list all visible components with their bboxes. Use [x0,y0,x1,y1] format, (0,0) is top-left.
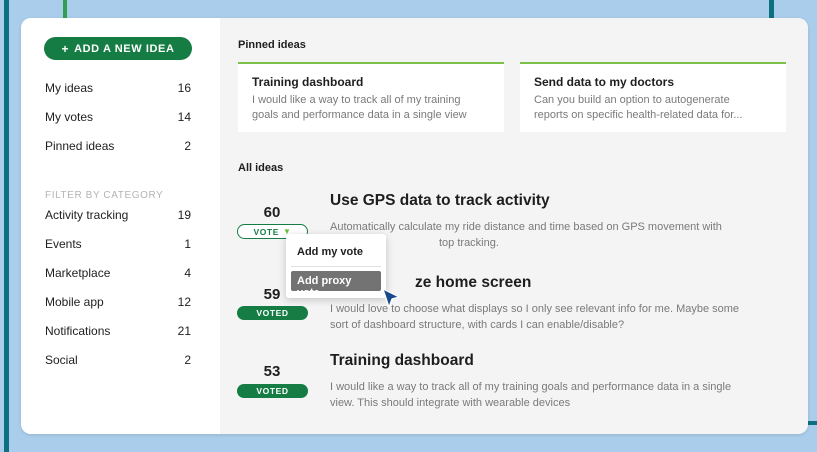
idea-desc: Automatically calculate my ride distance… [330,219,775,251]
pinned-card-desc-line: goals and performance data in a single v… [252,109,467,121]
nav-count: 16 [177,81,191,95]
category-social[interactable]: Social 2 [45,352,191,368]
idea-row: 53 VOTED Training dashboard I would like… [220,352,808,422]
category-label: Social [45,353,78,367]
idea-desc: I would like a way to track all of my tr… [330,379,775,411]
category-label: Mobile app [45,295,104,309]
nav-label: My ideas [45,81,94,95]
vote-button-label: VOTE [253,226,279,237]
category-mobile-app[interactable]: Mobile app 12 [45,294,191,310]
category-label: Marketplace [45,266,111,280]
idea-desc-line: top tracking. [439,237,499,249]
vote-dropdown-menu: Add my vote Add proxy vote [286,234,386,299]
category-count: 21 [177,324,191,338]
background-stripe [63,0,67,20]
plus-icon: + [61,41,70,56]
filter-heading: FILTER BY CATEGORY [45,190,164,201]
category-count: 2 [184,353,191,367]
pinned-card-training-dashboard[interactable]: Training dashboard I would like a way to… [238,62,504,132]
idea-title[interactable]: Training dashboard [330,352,474,370]
nav-count: 2 [184,139,191,153]
category-count: 1 [184,237,191,251]
add-proxy-vote-option[interactable]: Add proxy vote [291,271,381,299]
add-my-vote-option[interactable]: Add my vote [291,239,381,263]
category-events[interactable]: Events 1 [45,236,191,252]
sidebar: + ADD A NEW IDEA My ideas 16 My votes 14… [21,18,220,434]
nav-label: Pinned ideas [45,139,115,153]
idea-desc-line: sort of dashboard structure, with cards … [330,319,625,331]
nav-my-votes[interactable]: My votes 14 [45,109,191,125]
category-count: 19 [177,208,191,222]
vote-count: 53 [263,363,281,380]
pinned-card-send-data[interactable]: Send data to my doctors Can you build an… [520,62,786,132]
pinned-card-desc: Can you build an option to autogenerate … [534,93,772,123]
pinned-card-desc-line: reports on specific health-related data … [534,109,743,121]
idea-desc-line: view. This should integrate with wearabl… [330,397,571,409]
pinned-card-desc: I would like a way to track all of my tr… [252,93,490,123]
mouse-pointer-icon [382,288,400,308]
nav-my-ideas[interactable]: My ideas 16 [45,80,191,96]
pinned-card-desc-line: Can you build an option to autogenerate [534,94,730,106]
category-activity-tracking[interactable]: Activity tracking 19 [45,207,191,223]
ideas-portal-window: + ADD A NEW IDEA My ideas 16 My votes 14… [21,18,808,434]
pinned-ideas-heading: Pinned ideas [238,39,306,51]
main-content: Pinned ideas Training dashboard I would … [220,18,808,434]
voted-button[interactable]: VOTED [237,384,308,398]
all-ideas-heading: All ideas [238,162,284,174]
idea-desc-line: I would like a way to track all of my tr… [330,381,732,393]
nav-label: My votes [45,110,94,124]
pinned-card-desc-line: I would like a way to track all of my tr… [252,94,461,106]
category-label: Notifications [45,324,111,338]
idea-title[interactable]: Use GPS data to track activity [330,192,550,210]
voted-button[interactable]: VOTED [237,306,308,320]
add-new-idea-label: ADD A NEW IDEA [74,42,175,55]
category-marketplace[interactable]: Marketplace 4 [45,265,191,281]
vote-count: 60 [263,204,281,221]
category-label: Activity tracking [45,208,129,222]
nav-count: 14 [177,110,191,124]
nav-pinned-ideas[interactable]: Pinned ideas 2 [45,138,191,154]
background-stripe [4,0,9,452]
category-count: 12 [177,295,191,309]
category-count: 4 [184,266,191,280]
idea-desc-line: Automatically calculate my ride distance… [330,221,722,233]
idea-title[interactable]: ze home screen [415,274,531,292]
add-new-idea-button[interactable]: + ADD A NEW IDEA [44,37,192,60]
pinned-card-title: Training dashboard [252,75,364,89]
category-label: Events [45,237,82,251]
pinned-card-title: Send data to my doctors [534,75,675,89]
menu-divider [291,266,381,267]
category-notifications[interactable]: Notifications 21 [45,323,191,339]
